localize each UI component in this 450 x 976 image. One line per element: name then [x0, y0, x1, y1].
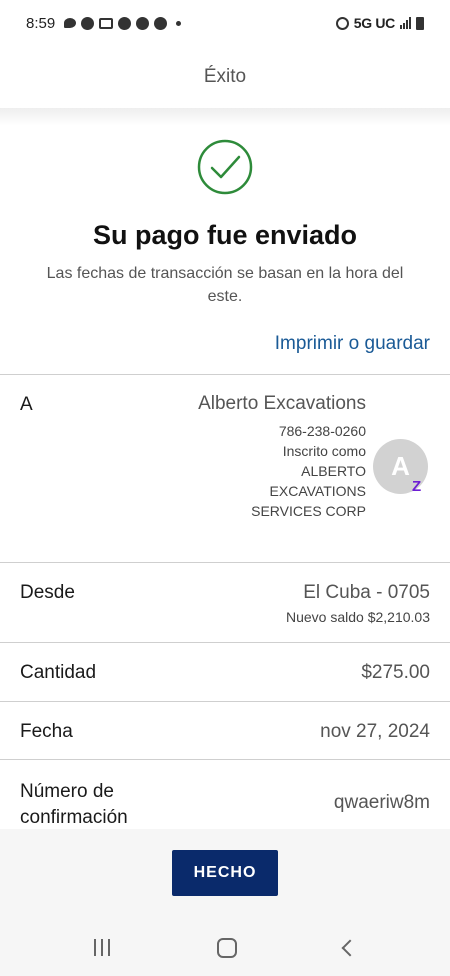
navigation-bar: [0, 919, 450, 976]
facebook-icon: [136, 16, 150, 30]
facebook-icon: [118, 16, 132, 30]
facebook-icon: [81, 16, 95, 30]
amount-label: Cantidad: [20, 662, 97, 683]
back-icon[interactable]: [341, 939, 359, 956]
network-label: 5G UC: [353, 15, 396, 31]
page-header: Éxito: [0, 46, 450, 108]
recipient-enrolled-label: Inscrito como: [282, 443, 366, 459]
avatar-initial: A: [391, 451, 410, 481]
status-time: 8:59: [26, 14, 56, 32]
divider: [0, 759, 450, 760]
home-icon[interactable]: [216, 937, 237, 958]
recipient-name: Alberto Excavations: [198, 393, 366, 414]
confirmation-label: Número de confirmación: [20, 781, 128, 828]
divider: [0, 562, 450, 563]
status-right: 5G UC: [335, 15, 424, 31]
from-label: Desde: [20, 582, 75, 603]
battery-icon: [416, 16, 424, 30]
success-subtitle: Las fechas de transacción se basan en la…: [46, 265, 404, 305]
status-bar: 8:59 5G UC: [0, 0, 450, 46]
recipient-phone: 786-238-0260: [278, 423, 366, 439]
recipient-enrolled-name-3: SERVICES CORP: [251, 503, 366, 519]
page-title: Éxito: [203, 66, 247, 87]
success-title: Su pago fue enviado: [92, 220, 358, 250]
zelle-icon: Z: [412, 478, 422, 495]
divider: [0, 642, 450, 643]
signal-icon: [400, 17, 411, 29]
new-balance: Nuevo saldo $2,210.03: [286, 609, 430, 625]
message-icon: [64, 18, 77, 28]
checkmark-circle-icon: [197, 139, 253, 195]
more-notifications-icon: [176, 20, 182, 26]
header-shadow: [0, 108, 450, 126]
print-or-save-link[interactable]: Imprimir o guardar: [275, 333, 430, 355]
facebook-icon: [154, 16, 168, 30]
recipient-enrolled-name-1: ALBERTO: [301, 463, 366, 479]
date-label: Fecha: [20, 721, 73, 742]
recipient-info: Alberto Excavations 786-238-0260 Inscrit…: [146, 391, 366, 521]
gmail-icon: [99, 17, 114, 29]
date-value: nov 27, 2024: [320, 721, 430, 742]
recents-icon[interactable]: [93, 939, 110, 956]
divider: [0, 701, 450, 702]
amount-value: $275.00: [361, 662, 430, 683]
done-button[interactable]: HECHO: [172, 850, 278, 896]
recipient-enrolled-name-2: EXCAVATIONS: [269, 483, 366, 499]
alarm-icon: [335, 16, 349, 30]
divider: [0, 374, 450, 375]
recipient-label: A: [20, 394, 33, 415]
from-account: El Cuba - 0705: [303, 582, 430, 603]
confirmation-value: qwaeriw8m: [333, 792, 430, 813]
status-left: 8:59: [26, 14, 182, 32]
